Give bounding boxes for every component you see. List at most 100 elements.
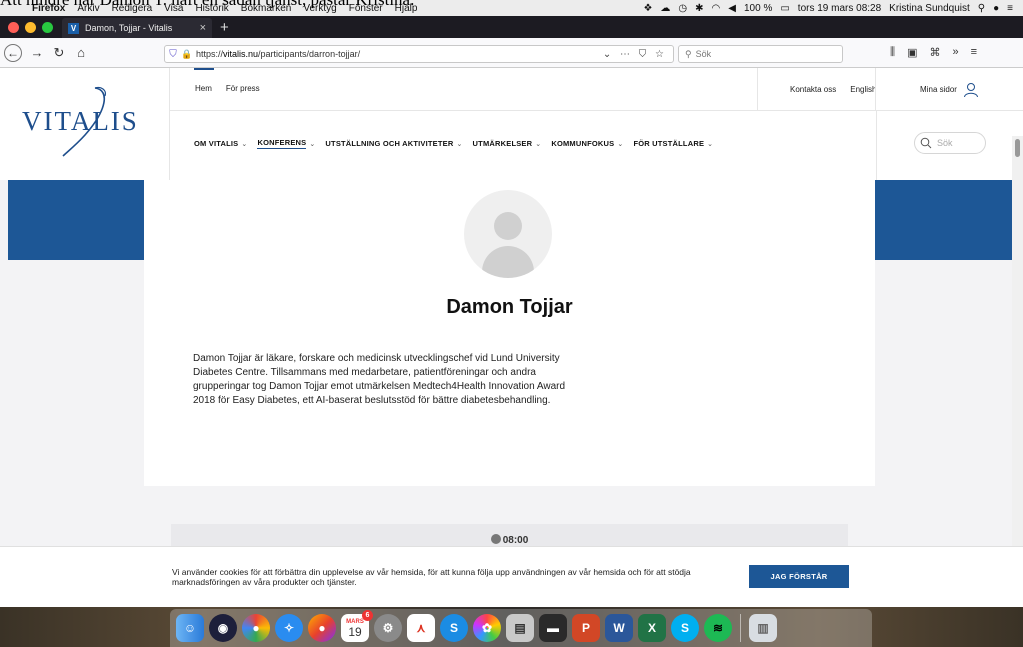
battery-percent: 100 % bbox=[743, 2, 773, 14]
participant-name: Damon Tojjar bbox=[446, 296, 573, 318]
mina-sidor-label: Mina sidor bbox=[920, 85, 957, 94]
dropbox-icon[interactable]: ❖ bbox=[639, 3, 656, 14]
chevron-down-icon: ⌄ bbox=[535, 140, 542, 148]
excel-icon[interactable]: X bbox=[638, 614, 666, 642]
clock-icon bbox=[490, 534, 501, 544]
nav-utstallning[interactable]: UTSTÄLLNING OCH AKTIVITETER ⌄ bbox=[325, 138, 462, 149]
extension-icon[interactable]: ⌘ bbox=[929, 46, 940, 59]
nav-divider bbox=[876, 111, 877, 180]
close-tab-icon[interactable]: × bbox=[200, 22, 206, 34]
back-icon[interactable]: ← bbox=[4, 43, 22, 62]
dock-shelf: ☺ ◉ ● ✧ ● MARS 19 6 ⚙ ⋏ S ✿ ▤ ▬ P W X S … bbox=[170, 609, 872, 647]
link-for-press[interactable]: För press bbox=[226, 84, 260, 93]
home-icon[interactable]: ⌂ bbox=[70, 45, 92, 60]
top-accent-line bbox=[194, 68, 214, 70]
wifi-icon[interactable]: ◠ bbox=[708, 3, 725, 14]
right-links: Kontakta oss English bbox=[757, 68, 877, 111]
spotify-icon[interactable]: ≋ bbox=[704, 614, 732, 642]
overflow-icon[interactable]: » bbox=[952, 46, 958, 59]
browser-tab[interactable]: V Damon, Tojjar - Vitalis × bbox=[62, 18, 212, 38]
nav-kommunfokus[interactable]: KOMMUNFOKUS ⌄ bbox=[551, 138, 623, 149]
powerpoint-icon[interactable]: P bbox=[572, 614, 600, 642]
tracking-shield-icon[interactable]: ⛉ bbox=[165, 49, 181, 60]
bluetooth-icon[interactable]: ✱ bbox=[691, 3, 707, 14]
cloud-icon[interactable]: ☁ bbox=[656, 3, 674, 14]
tab-title: Damon, Tojjar - Vitalis bbox=[85, 23, 173, 33]
user-name[interactable]: Kristina Sundquist bbox=[885, 3, 974, 14]
top-links-bar: Hem För press Kontakta oss English Mina … bbox=[170, 68, 1023, 111]
logo-area[interactable]: VITALIS bbox=[0, 68, 170, 180]
battery-icon[interactable]: ▭ bbox=[776, 3, 793, 14]
nav-for-utstallare[interactable]: FÖR UTSTÄLLARE ⌄ bbox=[633, 138, 713, 149]
address-bar[interactable]: ⛉ 🔒 https://vitalis.nu/participants/darr… bbox=[164, 45, 674, 63]
top-links: Hem För press bbox=[195, 84, 260, 93]
site-search-input[interactable]: Sök bbox=[914, 132, 986, 154]
page-actions-icon[interactable]: ⌄ ⋯ ⛉ ☆ bbox=[603, 49, 673, 60]
close-window-icon[interactable] bbox=[8, 21, 19, 33]
siri-icon[interactable]: ● bbox=[989, 3, 1003, 14]
notification-center-icon[interactable]: ≡ bbox=[1003, 3, 1017, 14]
chrome-icon[interactable]: ● bbox=[242, 614, 270, 642]
page-scrollbar[interactable] bbox=[1012, 136, 1023, 607]
sidebar-icon[interactable]: ▣ bbox=[907, 46, 917, 59]
accept-cookies-button[interactable]: JAG FÖRSTÅR bbox=[749, 565, 849, 588]
volume-icon[interactable]: ◀ bbox=[724, 3, 740, 14]
link-english[interactable]: English bbox=[850, 85, 876, 94]
terminal-icon[interactable]: ▬ bbox=[539, 614, 567, 642]
reload-icon[interactable]: ↻ bbox=[48, 45, 70, 61]
skype-icon[interactable]: S bbox=[671, 614, 699, 642]
calendar-icon[interactable]: MARS 19 6 bbox=[341, 610, 373, 642]
user-icon bbox=[963, 82, 978, 97]
system-preferences-icon[interactable]: ⚙ bbox=[374, 614, 402, 642]
browser-search-field[interactable]: ⚲ Sök bbox=[678, 45, 843, 63]
site-search-placeholder: Sök bbox=[937, 138, 953, 148]
profile-card: Damon Tojjar Damon Tojjar är läkare, for… bbox=[144, 180, 875, 486]
scrollbar-thumb[interactable] bbox=[1015, 139, 1020, 157]
firefox-icon[interactable]: ● bbox=[308, 614, 336, 642]
acrobat-icon[interactable]: ⋏ bbox=[407, 614, 435, 642]
overlay-caption: Att hindre har Damon T. haft en sådan tj… bbox=[0, 0, 620, 8]
trash-icon[interactable]: ▥ bbox=[749, 614, 777, 642]
main-navigation: OM VITALIS ⌄ KONFERENS ⌄ UTSTÄLLNING OCH A… bbox=[194, 138, 713, 149]
finder-icon[interactable]: ☺ bbox=[176, 614, 204, 642]
schedule-time: 08:00 bbox=[171, 534, 848, 546]
search-icon: ⚲ bbox=[685, 48, 692, 59]
clock[interactable]: tors 19 mars 08:28 bbox=[794, 3, 885, 14]
calendar-badge: 6 bbox=[362, 610, 373, 621]
nav-utmarkelser[interactable]: UTMÄRKELSER ⌄ bbox=[473, 138, 542, 149]
nav-konferens[interactable]: KONFERENS ⌄ bbox=[257, 138, 315, 149]
link-kontakta-oss[interactable]: Kontakta oss bbox=[790, 85, 836, 94]
chevron-down-icon: ⌄ bbox=[309, 140, 316, 148]
browser-toolbar-icons: ⫼ ▣ ⌘ » ≡ bbox=[890, 46, 977, 59]
vitalis-logo: VITALIS bbox=[22, 106, 139, 136]
menubar-status: ❖ ☁ ◷ ✱ ◠ ◀ 100 % ▭ tors 19 mars 08:28 K… bbox=[639, 3, 1023, 14]
link-hem[interactable]: Hem bbox=[195, 84, 212, 93]
timemachine-icon[interactable]: ◷ bbox=[674, 3, 691, 14]
chevron-down-icon: ⌄ bbox=[241, 140, 248, 148]
photos-icon[interactable]: ✿ bbox=[473, 614, 501, 642]
maximize-window-icon[interactable] bbox=[42, 21, 53, 33]
avatar-head-icon bbox=[494, 212, 522, 240]
skype-s-icon[interactable]: S bbox=[440, 614, 468, 642]
url-text[interactable]: https://vitalis.nu/participants/darron-t… bbox=[193, 49, 603, 59]
search-icon bbox=[920, 137, 932, 149]
siri-icon[interactable]: ◉ bbox=[209, 614, 237, 642]
word-icon[interactable]: W bbox=[605, 614, 633, 642]
preview-icon[interactable]: ▤ bbox=[506, 614, 534, 642]
cookie-text: Vi använder cookies för att förbättra di… bbox=[172, 567, 691, 587]
minimize-window-icon[interactable] bbox=[25, 21, 36, 33]
library-icon[interactable]: ⫼ bbox=[890, 46, 895, 59]
forward-icon[interactable]: → bbox=[26, 45, 48, 60]
chevron-down-icon: ⌄ bbox=[707, 140, 714, 148]
macos-dock: ☺ ◉ ● ✧ ● MARS 19 6 ⚙ ⋏ S ✿ ▤ ▬ P W X S … bbox=[0, 607, 1023, 647]
new-tab-icon[interactable]: + bbox=[212, 19, 229, 36]
nav-om-vitalis[interactable]: OM VITALIS ⌄ bbox=[194, 138, 247, 149]
menu-icon[interactable]: ≡ bbox=[971, 46, 977, 59]
mina-sidor-button[interactable]: Mina sidor bbox=[875, 68, 1023, 111]
spotlight-icon[interactable]: ⚲ bbox=[974, 3, 989, 14]
screen: Firefox Arkiv Redigera Visa Historik Bok… bbox=[0, 0, 1023, 647]
safari-icon[interactable]: ✧ bbox=[275, 614, 303, 642]
webpage: VITALIS Hem För press Kontakta oss Engli… bbox=[0, 68, 1023, 607]
chevron-down-icon: ⌄ bbox=[617, 140, 624, 148]
lock-icon[interactable]: 🔒 bbox=[181, 49, 193, 60]
